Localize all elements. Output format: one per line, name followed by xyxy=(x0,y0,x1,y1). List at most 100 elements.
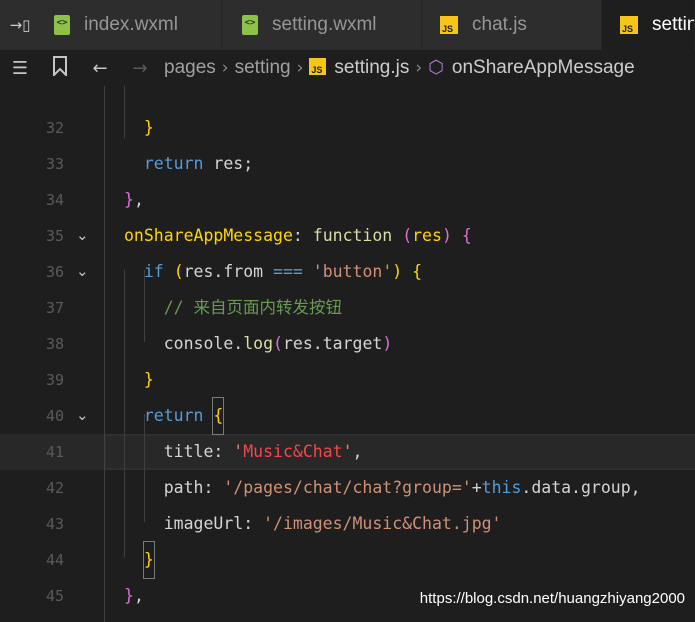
code-token: this xyxy=(481,478,522,497)
line-number: 32 xyxy=(45,119,64,137)
code-token: res.from xyxy=(183,262,274,281)
js-file-icon xyxy=(620,16,638,34)
breadcrumb-item-pages[interactable]: pages xyxy=(164,57,216,79)
code-text: } xyxy=(124,362,154,398)
tab-label: chat.js xyxy=(472,14,527,35)
breadcrumb-item-file[interactable]: setting.js xyxy=(309,57,409,79)
line-number: 45 xyxy=(45,587,64,605)
code-token: { xyxy=(461,226,472,245)
code-token: } xyxy=(124,190,134,209)
tab-chat-js[interactable]: chat.js xyxy=(422,0,602,50)
js-file-icon xyxy=(309,58,327,75)
method-cube-icon: ⬡ xyxy=(428,57,444,77)
forward-arrow-icon[interactable]: → xyxy=(120,58,160,79)
code-token: + xyxy=(471,478,482,497)
code-token: onShareAppMessage xyxy=(124,226,293,245)
tab-label: settin xyxy=(652,14,695,35)
tab-label: setting.wxml xyxy=(272,14,377,35)
code-token: '/pages/chat/chat?group=' xyxy=(223,478,472,497)
code-token: title: xyxy=(124,442,234,461)
code-token: console. xyxy=(124,334,244,353)
wxml-file-icon xyxy=(54,15,70,35)
breadcrumb-item-setting[interactable]: setting xyxy=(235,57,291,79)
tab-index-wxml[interactable]: index.wxml xyxy=(40,0,222,50)
line-number: 37 xyxy=(45,299,64,317)
fold-chevron-icon[interactable]: ⌄ xyxy=(76,254,89,290)
toggle-sidebar-button[interactable]: →▯ xyxy=(0,0,40,50)
js-file-icon xyxy=(440,16,458,34)
line-number: 34 xyxy=(45,191,64,209)
code-token: ) xyxy=(392,262,403,281)
line-number: 38 xyxy=(45,335,64,353)
code-token: log xyxy=(243,334,274,353)
code-text: onShareAppMessage: function (res) { xyxy=(124,218,472,254)
code-token: } xyxy=(124,586,134,605)
code-text: }, xyxy=(124,578,144,614)
bookmark-icon[interactable] xyxy=(40,55,80,81)
back-arrow-icon[interactable]: ← xyxy=(80,58,120,79)
line-number: 39 xyxy=(45,371,64,389)
tab-setting-wxml[interactable]: setting.wxml xyxy=(222,0,422,50)
code-text: // 事件处理函数 xyxy=(124,614,253,622)
code-token: ( xyxy=(273,334,283,353)
code-token: .data.group, xyxy=(521,478,641,497)
code-text: }, xyxy=(124,182,144,218)
chevron-right-icon: › xyxy=(221,58,229,78)
code-token: } xyxy=(142,541,155,579)
code-token: // 来自页面内转发按钮 xyxy=(163,298,343,317)
line-number: 43 xyxy=(45,515,64,533)
code-token: } xyxy=(143,118,154,137)
code-token: path: xyxy=(124,478,224,497)
code-text: title: 'Music&Chat', xyxy=(124,434,363,470)
line-number: 36 xyxy=(45,263,64,281)
breadcrumb-symbol-label: onShareAppMessage xyxy=(451,57,635,78)
code-editor[interactable]: 32 } 33 return res; 34}, 35 ⌄ onShareAppMessa… xyxy=(0,86,695,622)
breadcrumb-file-label: setting.js xyxy=(334,57,410,78)
code-text: if (res.from === 'button') { xyxy=(124,254,422,290)
code-text: console.log(res.target) xyxy=(124,326,393,362)
code-text: // 来自页面内转发按钮 xyxy=(124,290,342,326)
code-token: '/images/Music&Chat.jpg' xyxy=(263,514,502,533)
code-token: : xyxy=(292,226,313,245)
code-token: ( xyxy=(402,226,413,245)
code-token: imageUrl: xyxy=(124,514,264,533)
code-token: , xyxy=(133,190,144,209)
fold-chevron-icon[interactable]: ⌄ xyxy=(76,398,89,434)
code-token: { xyxy=(412,262,423,281)
line-number: 46 xyxy=(0,614,64,622)
list-icon[interactable]: ☰ xyxy=(0,58,40,79)
code-token: Music&Chat xyxy=(243,442,343,461)
code-text: } xyxy=(124,110,154,146)
code-token: , xyxy=(133,586,144,605)
fold-chevron-icon[interactable]: ⌄ xyxy=(76,218,89,254)
line-number: 41 xyxy=(45,443,64,461)
code-token: 'button' xyxy=(312,262,393,281)
code-token: res.target xyxy=(282,334,383,353)
wxml-file-icon xyxy=(242,15,258,35)
line-number: 35 xyxy=(45,227,64,245)
line-number: 40 xyxy=(45,407,64,425)
code-token: === xyxy=(273,262,303,281)
tab-setting-js[interactable]: settin xyxy=(602,0,695,50)
watermark: https://blog.csdn.net/huangzhiyang2000 xyxy=(419,590,685,607)
line-number: 42 xyxy=(45,479,64,497)
code-token: res xyxy=(412,226,442,245)
code-token: res; xyxy=(203,154,254,173)
code-token: { xyxy=(212,397,225,435)
editor-tab-bar: →▯ index.wxml setting.wxml chat.js setti… xyxy=(0,0,695,50)
code-token: ' xyxy=(233,442,244,461)
code-token: ) xyxy=(441,226,452,245)
breadcrumb-item-symbol[interactable]: ⬡ onShareAppMessage xyxy=(428,57,634,79)
line-number: 33 xyxy=(45,155,64,173)
code-token: return xyxy=(143,406,204,425)
code-text: return { xyxy=(124,397,225,435)
code-token: function xyxy=(312,226,393,245)
line-number: 44 xyxy=(45,551,64,569)
